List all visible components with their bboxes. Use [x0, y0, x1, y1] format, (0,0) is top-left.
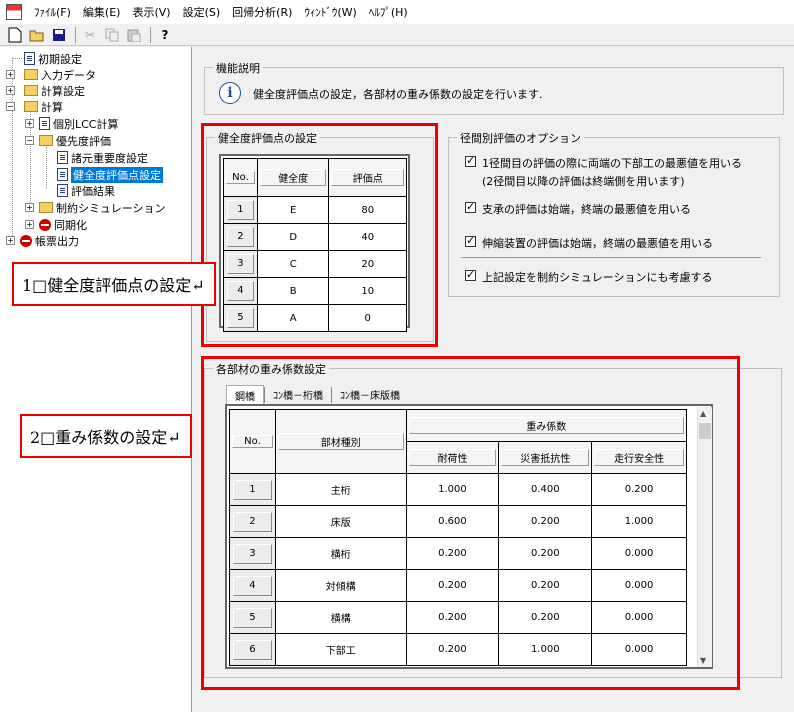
tree-item-sync[interactable]: + 同期化 — [25, 216, 87, 233]
tree-item-report-output[interactable]: + 帳票出力 — [6, 232, 79, 249]
menu-window[interactable]: ｳｨﾝﾄﾞｳ(W) — [298, 4, 362, 20]
stop-icon — [39, 218, 51, 231]
highlight-health-score — [201, 123, 438, 347]
app-icon — [6, 4, 22, 20]
tree-item-calculation[interactable]: − 計算 — [6, 98, 63, 115]
tree-item-spec-importance[interactable]: 諸元重要度設定 — [57, 149, 148, 166]
menu-help[interactable]: ﾍﾙﾌﾟ(H) — [363, 4, 414, 20]
save-icon[interactable] — [50, 26, 68, 44]
menu-regression[interactable]: 回帰分析(R) — [226, 4, 298, 20]
collapse-icon[interactable]: − — [25, 136, 34, 145]
option4-checkbox[interactable]: 上記設定を制約シミュレーションにも考慮する — [465, 268, 713, 285]
option1-label: 1径間目の評価の際に両端の下部工の最悪値を用いる — [482, 157, 742, 170]
tree-item-priority-eval[interactable]: − 優先度評価 — [25, 132, 111, 149]
new-file-icon[interactable] — [6, 26, 24, 44]
tree-label: 制約シミュレーション — [56, 201, 166, 215]
function-description-text: 健全度評価点の設定，各部材の重み係数の設定を行います. — [253, 88, 543, 101]
copy-icon[interactable] — [103, 26, 121, 44]
tree-item-constraint-sim[interactable]: + 制約シミュレーション — [25, 199, 166, 216]
menu-view[interactable]: 表示(V) — [126, 4, 176, 20]
checkbox-icon[interactable] — [465, 234, 476, 247]
collapse-icon[interactable]: − — [6, 102, 15, 111]
stop-icon — [20, 234, 32, 247]
menu-bar: ﾌｧｲﾙ(F) 編集(E) 表示(V) 設定(S) 回帰分析(R) ｳｨﾝﾄﾞｳ… — [0, 0, 794, 24]
tree-label: 帳票出力 — [35, 234, 79, 248]
tree-item-initial-settings[interactable]: 初期設定 — [12, 50, 82, 67]
checkbox-icon[interactable] — [465, 200, 476, 213]
tree-label: 計算設定 — [41, 84, 85, 98]
expand-icon[interactable]: + — [25, 220, 34, 229]
paste-icon[interactable] — [125, 26, 143, 44]
option4-label: 上記設定を制約シミュレーションにも考慮する — [482, 271, 713, 284]
checkbox-icon[interactable] — [465, 154, 476, 167]
tree-item-eval-results[interactable]: 評価結果 — [57, 182, 115, 199]
expand-icon[interactable]: + — [25, 203, 34, 212]
group-title: 機能説明 — [213, 60, 263, 76]
tree-label: 同期化 — [54, 218, 87, 232]
highlight-weight-coefficient — [201, 356, 740, 690]
option3-checkbox[interactable]: 伸縮装置の評価は始端，終端の最悪値を用いる — [465, 234, 713, 251]
option3-label: 伸縮装置の評価は始端，終端の最悪値を用いる — [482, 237, 713, 250]
callout-health-score: 1□健全度評価点の設定↵ — [12, 262, 216, 306]
navigation-tree: 初期設定 + 入力データ + 計算設定 − 計算 + 個別LCC計算 − 優先度… — [0, 47, 192, 712]
document-icon — [57, 151, 68, 164]
open-folder-icon[interactable] — [28, 26, 46, 44]
option1-checkbox[interactable]: 1径間目の評価の際に両端の下部工の最悪値を用いる (2径間目以降の評価は終端側を用… — [465, 154, 742, 189]
tree-label: 計算 — [41, 100, 63, 114]
expand-icon[interactable]: + — [6, 70, 15, 79]
document-icon — [24, 52, 35, 65]
tree-item-calc-settings[interactable]: + 計算設定 — [6, 82, 85, 99]
help-icon[interactable]: ? — [156, 26, 174, 44]
folder-icon — [24, 69, 38, 80]
tree-label: 諸元重要度設定 — [71, 151, 148, 165]
menu-settings[interactable]: 設定(S) — [177, 4, 227, 20]
folder-icon — [24, 85, 38, 96]
callout-weight: 2□重み係数の設定↵ — [20, 414, 192, 458]
group-title: 径間別評価のオプション — [457, 130, 584, 146]
divider — [461, 257, 761, 258]
option2-checkbox[interactable]: 支承の評価は始端，終端の最悪値を用いる — [465, 200, 691, 217]
tree-item-input-data[interactable]: + 入力データ — [6, 66, 96, 83]
toolbar-separator — [75, 26, 76, 43]
span-options-group: 径間別評価のオプション 1径間目の評価の際に両端の下部工の最悪値を用いる (2径間… — [448, 130, 780, 297]
document-icon — [57, 168, 68, 181]
tree-label: 初期設定 — [38, 52, 82, 66]
tree-label: 優先度評価 — [56, 134, 111, 148]
folder-icon — [39, 202, 53, 213]
info-icon: i — [219, 82, 241, 104]
option1-note: (2径間目以降の評価は終端側を用います) — [482, 175, 685, 188]
cut-icon[interactable]: ✂ — [81, 26, 99, 44]
checkbox-icon[interactable] — [465, 268, 476, 281]
tree-label-selected: 健全度評価点設定 — [71, 166, 163, 183]
tree-label: 個別LCC計算 — [53, 117, 119, 131]
menu-edit[interactable]: 編集(E) — [77, 4, 127, 20]
document-icon — [57, 184, 68, 197]
tree-item-health-score-settings[interactable]: 健全度評価点設定 — [57, 166, 163, 183]
tree-label: 入力データ — [41, 68, 96, 82]
toolbar: ✂ ? — [0, 24, 794, 46]
tree-label: 評価結果 — [71, 184, 115, 198]
toolbar-separator — [150, 26, 151, 43]
expand-icon[interactable]: + — [6, 86, 15, 95]
expand-icon[interactable]: + — [6, 236, 15, 245]
folder-open-icon — [24, 101, 38, 112]
option2-label: 支承の評価は始端，終端の最悪値を用いる — [482, 203, 691, 216]
folder-open-icon — [39, 135, 53, 146]
expand-icon[interactable]: + — [25, 119, 34, 128]
menu-file[interactable]: ﾌｧｲﾙ(F) — [28, 4, 77, 20]
function-description-group: 機能説明 i 健全度評価点の設定，各部材の重み係数の設定を行います. — [204, 60, 784, 115]
document-icon — [39, 117, 50, 130]
tree-item-individual-lcc[interactable]: + 個別LCC計算 — [25, 115, 119, 132]
